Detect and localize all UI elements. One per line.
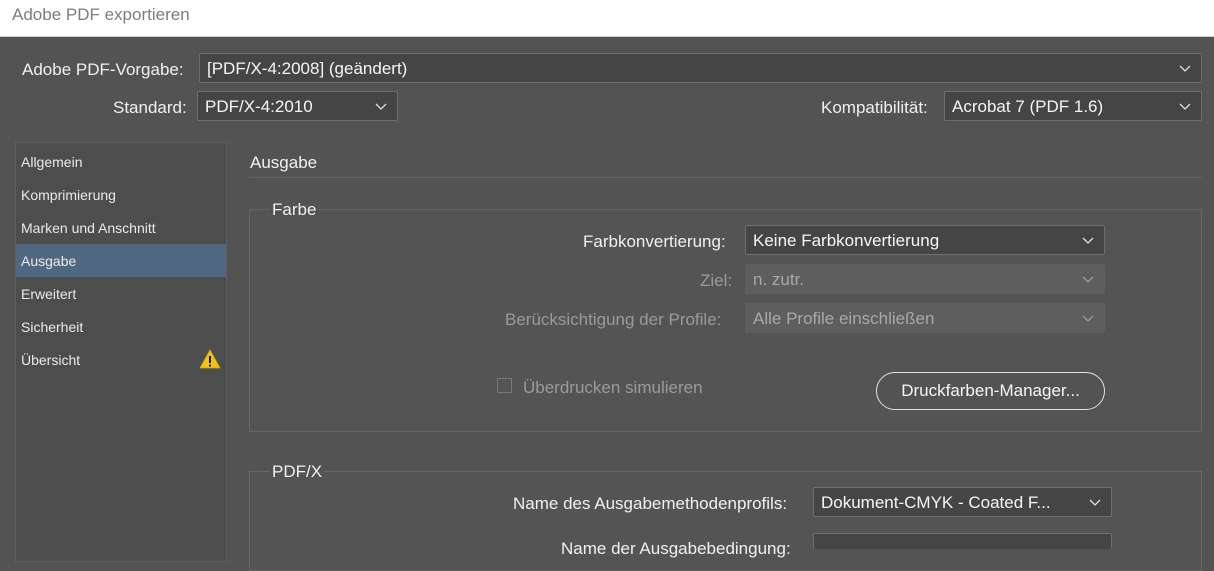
target-select: n. zutr. [745,264,1105,294]
sidebar-item-marken[interactable]: Marken und Anschnitt [16,211,226,244]
chevron-down-icon [375,103,387,110]
ink-manager-button[interactable]: Druckfarben-Manager... [876,372,1105,410]
target-value: n. zutr. [753,270,805,289]
preset-value: [PDF/X-4:2008] (geändert) [207,59,408,78]
chevron-down-icon [1082,276,1094,283]
target-label: Ziel: [700,271,733,290]
compat-select[interactable]: Acrobat 7 (PDF 1.6) [944,91,1202,121]
standard-label: Standard: [113,98,187,117]
chevron-down-icon [1179,103,1191,110]
output-condition-field[interactable] [813,533,1112,549]
profile-inclusion-value: Alle Profile einschließen [753,309,935,328]
standard-value: PDF/X-4:2010 [205,97,313,116]
standard-select[interactable]: PDF/X-4:2010 [197,91,398,121]
sidebar-item-label: Allgemein [21,154,83,170]
pdfx-group-title: PDF/X [270,462,325,482]
sidebar-item-label: Erweitert [21,286,77,302]
output-condition-label: Name der Ausgabebedingung: [561,539,791,558]
color-conversion-select[interactable]: Keine Farbkonvertierung [745,225,1105,255]
profile-inclusion-label: Berücksichtigung der Profile: [505,310,722,329]
window-title: Adobe PDF exportieren [12,5,190,24]
preset-select[interactable]: [PDF/X-4:2008] (geändert) [199,53,1202,83]
compat-label: Kompatibilität: [821,98,928,117]
title-bar: Adobe PDF exportieren [0,0,1214,37]
output-profile-label: Name des Ausgabemethodenprofils: [513,494,788,513]
chevron-down-icon [1179,65,1191,72]
sidebar-item-label: Komprimierung [21,187,116,203]
profile-inclusion-select: Alle Profile einschließen [745,303,1105,333]
sidebar: Allgemein Komprimierung Marken und Ansch… [15,142,227,562]
overprint-label: Überdrucken simulieren [523,378,703,397]
section-divider [249,177,1202,178]
overprint-checkbox[interactable] [497,378,512,393]
sidebar-item-label: Ausgabe [21,253,77,269]
color-conversion-label: Farbkonvertierung: [583,232,726,251]
warning-icon [199,349,221,369]
sidebar-item-label: Übersicht [21,352,81,368]
output-profile-select[interactable]: Dokument-CMYK - Coated F... [813,487,1112,517]
chevron-down-icon [1082,315,1094,322]
preset-label: Adobe PDF-Vorgabe: [22,60,184,79]
sidebar-item-sicherheit[interactable]: Sicherheit [16,310,226,343]
sidebar-item-label: Sicherheit [21,319,84,335]
sidebar-item-ausgabe[interactable]: Ausgabe [16,244,226,277]
color-conversion-value: Keine Farbkonvertierung [753,231,940,250]
color-group-title: Farbe [270,200,319,220]
sidebar-item-allgemein[interactable]: Allgemein [16,145,226,178]
compat-value: Acrobat 7 (PDF 1.6) [952,97,1104,116]
sidebar-item-erweitert[interactable]: Erweitert [16,277,226,310]
section-title: Ausgabe [250,153,318,172]
output-profile-value: Dokument-CMYK - Coated F... [821,493,1051,512]
sidebar-item-label: Marken und Anschnitt [21,220,156,236]
chevron-down-icon [1082,237,1094,244]
chevron-down-icon [1089,499,1101,506]
sidebar-item-komprimierung[interactable]: Komprimierung [16,178,226,211]
sidebar-item-uebersicht[interactable]: Übersicht [16,343,226,376]
